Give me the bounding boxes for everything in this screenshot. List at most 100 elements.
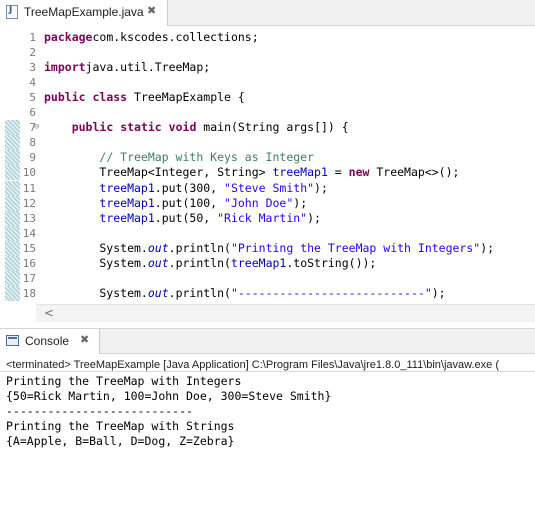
code-token: System.: [44, 240, 148, 255]
line-number: 2: [29, 46, 36, 60]
code-token: );: [480, 240, 495, 255]
line-number: 6: [29, 106, 36, 120]
code-token: static: [120, 120, 162, 135]
code-token: public: [71, 120, 114, 135]
code-text: TreeMap<Integer, String> treeMap1 = new …: [44, 165, 459, 180]
console-tab-bar: Console ✖: [0, 328, 535, 354]
line-number: 15: [22, 241, 36, 255]
console-icon: [6, 335, 19, 346]
line-number: 13: [22, 211, 36, 225]
line-number: 17: [22, 271, 36, 285]
code-text: System.out.println("Printing the TreeMap…: [44, 241, 494, 256]
code-token: TreeMap<Integer, String>: [44, 165, 273, 180]
code-token: public: [44, 90, 86, 105]
editor-tab-bar: J TreeMapExample.java ✖: [0, 0, 535, 26]
console-output-line: ---------------------------: [6, 404, 193, 418]
code-token: "John Doe": [224, 195, 294, 210]
line-number: 8: [29, 136, 36, 150]
code-text: public static void main(String args[]) {: [44, 120, 349, 135]
line-number: 18: [22, 286, 36, 300]
code-token: java.util.TreeMap;: [85, 60, 211, 75]
code-token: treeMap1: [99, 195, 155, 210]
code-text: importjava.util.TreeMap;: [44, 60, 210, 75]
code-token: out: [147, 255, 169, 270]
close-icon[interactable]: ✖: [80, 333, 89, 346]
code-token: System.: [44, 255, 148, 270]
code-token: import: [44, 60, 86, 75]
overview-ruler: [2, 27, 20, 301]
code-token: treeMap1: [230, 255, 287, 270]
java-file-icon: J: [6, 5, 18, 19]
console-output-line: {A=Apple, B=Ball, D=Dog, Z=Zebra}: [6, 434, 235, 448]
fold-collapse-icon[interactable]: ⊖: [34, 120, 39, 135]
code-token: .toString());: [286, 255, 377, 270]
code-token: .println(: [168, 255, 231, 270]
code-token: TreeMapExample {: [127, 90, 245, 105]
divider: [0, 371, 535, 372]
code-token: "Steve Smith": [224, 180, 315, 195]
code-token: .put(50,: [154, 210, 218, 225]
editor-tab-treemapexample[interactable]: J TreeMapExample.java ✖: [0, 0, 168, 26]
line-number: 10: [22, 166, 36, 180]
console-output-line: Printing the TreeMap with Integers: [6, 374, 242, 388]
code-token: "---------------------------": [230, 285, 432, 300]
console-output-line: Printing the TreeMap with Strings: [6, 419, 235, 433]
code-editor[interactable]: 1 packagecom.kscodes.collections; 2 3 import…: [0, 27, 535, 322]
line-number: 1: [29, 31, 36, 44]
code-token: );: [307, 210, 321, 225]
code-token: );: [431, 285, 446, 300]
console-status: <terminated> TreeMapExample [Java Applic…: [6, 359, 500, 371]
line-number: 5: [29, 91, 36, 105]
console-output-line: {50=Rick Martin, 100=John Doe, 300=Steve…: [6, 389, 332, 403]
code-token: .println(: [168, 240, 231, 255]
line-number: 4: [29, 76, 36, 90]
code-token: "Rick Martin": [217, 210, 308, 225]
code-text: treeMap1.put(100, "John Doe");: [44, 196, 307, 211]
code-token: out: [147, 285, 169, 300]
code-token: treeMap1: [99, 210, 155, 225]
code-text: public class TreeMapExample {: [44, 90, 245, 105]
code-text: // TreeMap with Keys as Integer: [44, 150, 314, 165]
code-text: treeMap1.put(50, "Rick Martin");: [44, 211, 321, 226]
code-token: void: [168, 120, 197, 135]
code-token: );: [314, 180, 328, 195]
code-token: class: [92, 90, 128, 105]
editor-tab-label: TreeMapExample.java: [24, 5, 144, 19]
code-token: );: [293, 195, 308, 210]
scroll-left-icon[interactable]: <: [44, 306, 54, 320]
code-token: System.: [44, 285, 148, 300]
close-icon[interactable]: ✖: [147, 4, 156, 17]
code-text: System.out.println("--------------------…: [44, 285, 446, 301]
code-token: treeMap1: [99, 180, 155, 195]
horizontal-scrollbar[interactable]: <: [36, 304, 535, 322]
code-token: TreeMap<>();: [369, 165, 460, 180]
code-token: new: [348, 165, 370, 180]
console-tab-label: Console: [25, 334, 70, 348]
code-token: treeMap1: [272, 165, 328, 180]
code-token: =: [327, 165, 349, 180]
code-token: .put(300,: [154, 180, 225, 195]
code-token: package: [44, 30, 93, 44]
code-text: packagecom.kscodes.collections;: [44, 30, 259, 45]
line-number: 14: [22, 226, 36, 240]
console-tab[interactable]: Console ✖: [0, 329, 100, 354]
code-token: .put(100,: [154, 195, 225, 210]
line-number: 16: [22, 256, 36, 270]
line-number: 9: [29, 151, 36, 165]
line-number: 11: [22, 181, 36, 195]
code-token: .println(: [168, 285, 231, 300]
code-token: com.kscodes.collections;: [92, 30, 259, 44]
line-number: 12: [22, 196, 36, 210]
code-token: // TreeMap with Keys as Integer: [99, 150, 315, 165]
code-token: out: [147, 240, 169, 255]
code-token: main(String args[]) {: [196, 120, 349, 135]
code-token: "Printing the TreeMap with Integers": [230, 240, 481, 255]
line-number: 3: [29, 61, 36, 75]
code-text: treeMap1.put(300, "Steve Smith");: [44, 181, 328, 196]
